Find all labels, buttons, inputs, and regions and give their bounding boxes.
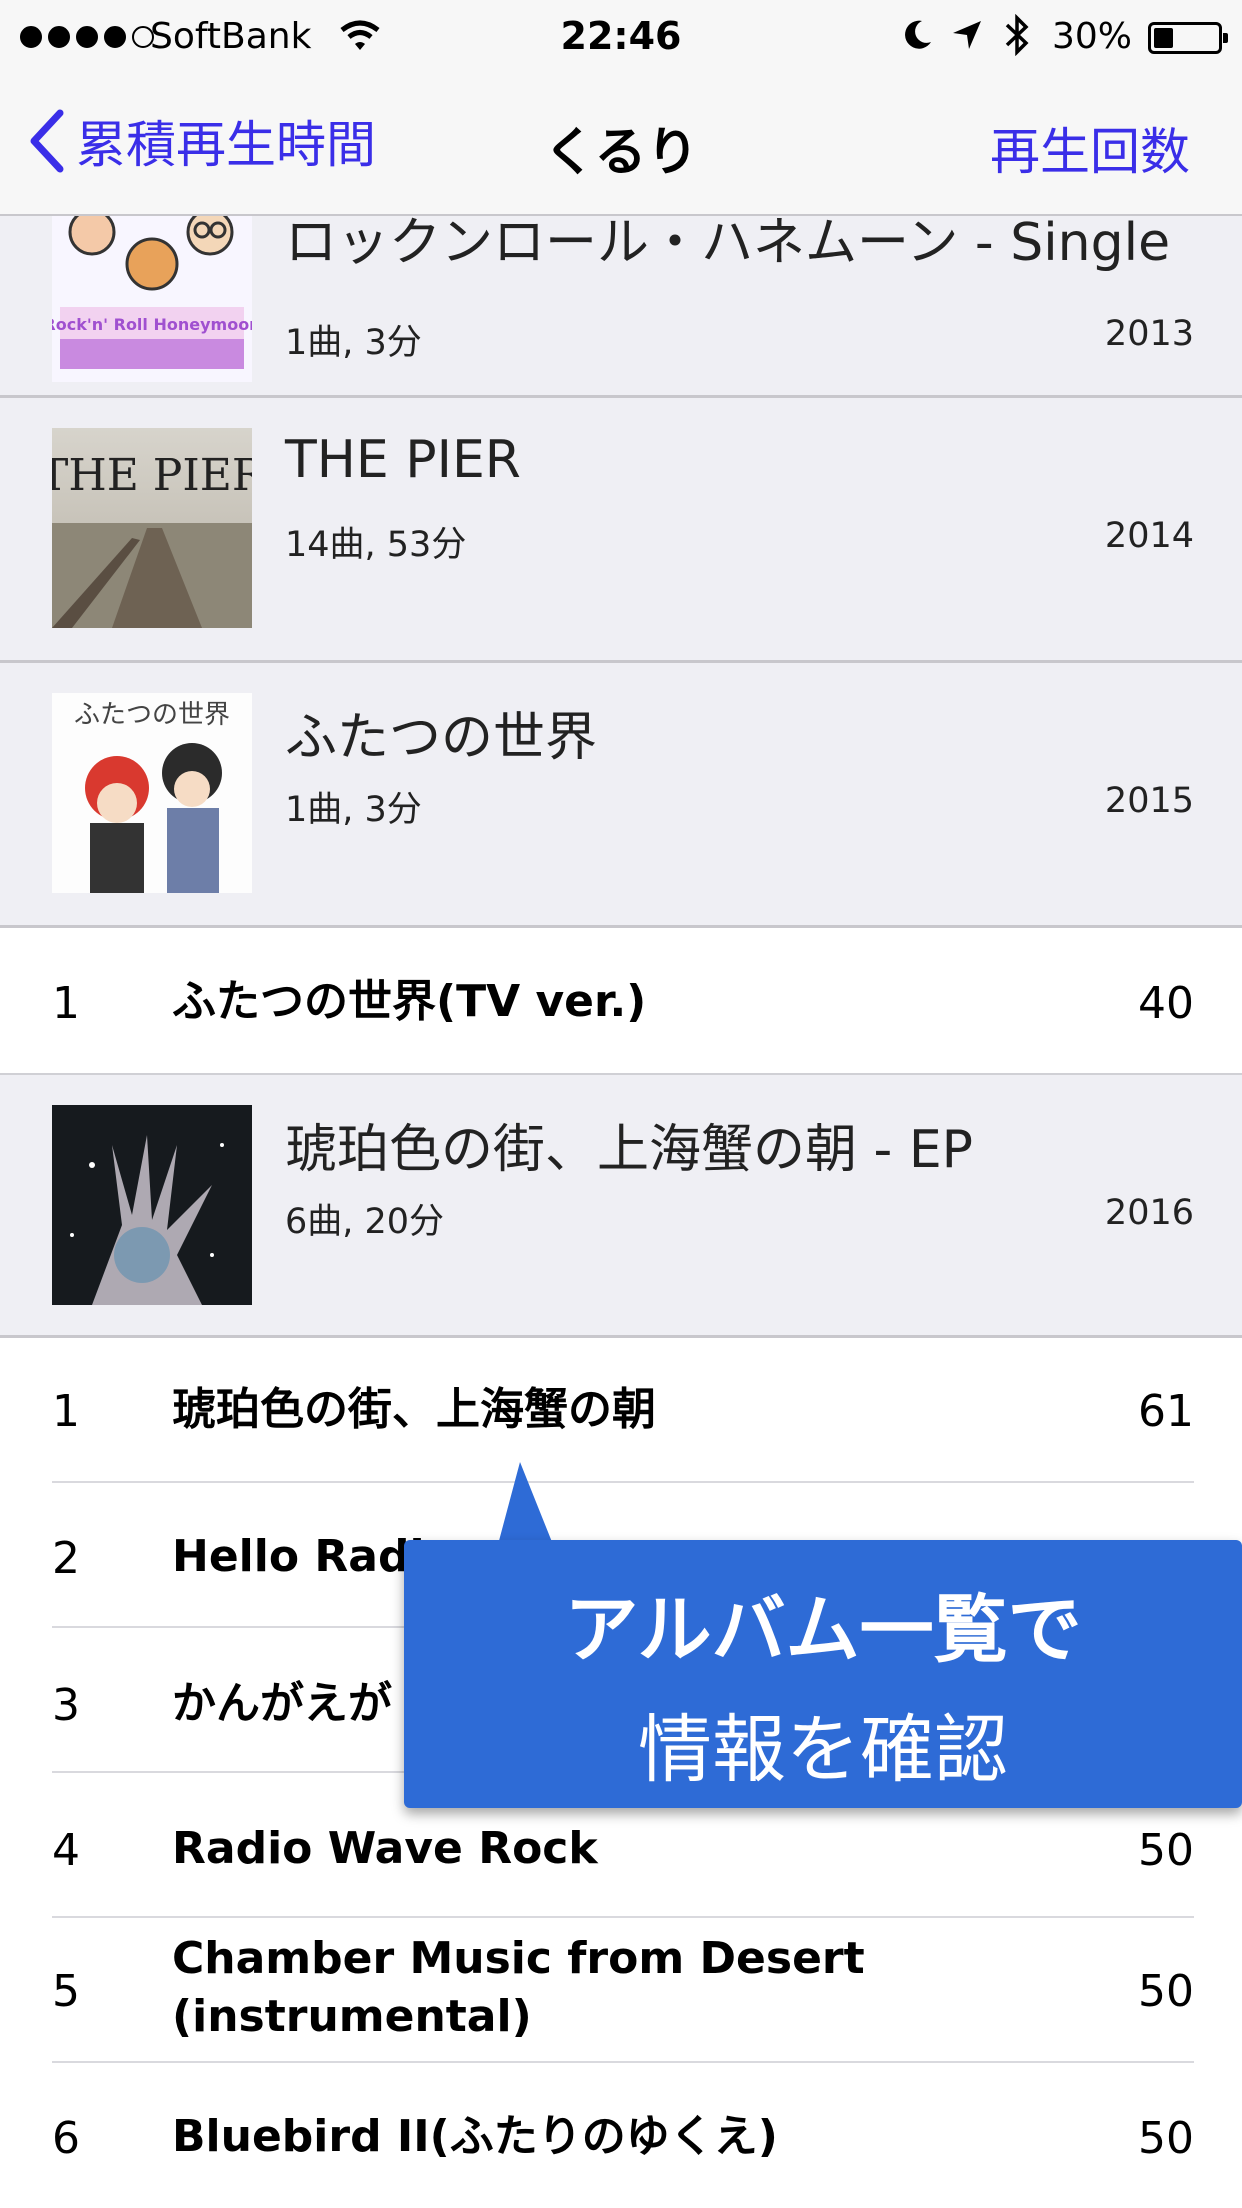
song-title: Chamber Music from Desert (instrumental) bbox=[172, 1933, 865, 2042]
album-meta: 6曲, 20分 bbox=[285, 1202, 445, 1242]
album-art: THE PIER bbox=[52, 428, 252, 628]
track-number: 5 bbox=[52, 1966, 80, 2017]
album-title: ロックンロール・ハネムーン - Single bbox=[285, 216, 1171, 273]
album-meta: 14曲, 53分 bbox=[285, 525, 467, 565]
status-bar: SoftBank 22:46 30% bbox=[0, 0, 1242, 72]
track-number: 3 bbox=[52, 1680, 80, 1731]
album-art: ふたつの世界 bbox=[52, 693, 252, 893]
song-row[interactable]: 1 琥珀色の街、上海蟹の朝 61 bbox=[0, 1338, 1242, 1483]
location-arrow-icon bbox=[953, 21, 981, 49]
callout-line-1: アルバム一覧で bbox=[564, 1587, 1082, 1673]
moon-icon bbox=[905, 20, 931, 49]
tutorial-callout: アルバム一覧で 情報を確認 bbox=[404, 1540, 1242, 1808]
album-meta: 1曲, 3分 bbox=[285, 790, 422, 830]
album-art-text: Rock'n' Roll Honeymoon bbox=[52, 315, 252, 334]
play-count: 40 bbox=[1138, 978, 1194, 1029]
song-row[interactable]: 1 ふたつの世界(TV ver.) 40 bbox=[0, 928, 1242, 1073]
play-count: 50 bbox=[1138, 1966, 1194, 2017]
album-meta: 1曲, 3分 bbox=[285, 323, 422, 363]
song-row[interactable]: 6 Bluebird II(ふたりのゆくえ) 50 bbox=[0, 2063, 1242, 2208]
bluetooth-icon bbox=[1005, 14, 1029, 56]
track-number: 2 bbox=[52, 1533, 80, 1584]
album-art-text: THE PIER bbox=[52, 450, 252, 501]
album-row[interactable]: 琥珀色の街、上海蟹の朝 - EP 6曲, 20分 2016 bbox=[0, 1073, 1242, 1338]
track-number: 4 bbox=[52, 1825, 80, 1876]
callout-pointer bbox=[496, 1462, 556, 1552]
play-count-button[interactable]: 再生回数 bbox=[990, 112, 1190, 184]
track-number: 1 bbox=[52, 978, 80, 1029]
play-count: 50 bbox=[1138, 2113, 1194, 2164]
album-art bbox=[52, 1105, 252, 1305]
album-year: 2013 bbox=[1104, 314, 1194, 354]
callout-line-2: 情報を確認 bbox=[638, 1707, 1008, 1793]
song-title: Radio Wave Rock bbox=[172, 1823, 598, 1874]
battery-icon bbox=[1148, 22, 1228, 54]
album-year: 2015 bbox=[1104, 781, 1194, 821]
navigation-bar: 累積再生時間 くるり 再生回数 bbox=[0, 72, 1242, 216]
album-art: Rock'n' Roll Honeymoon bbox=[52, 216, 252, 382]
album-title: 琥珀色の街、上海蟹の朝 - EP bbox=[285, 1120, 974, 1180]
album-year: 2014 bbox=[1104, 516, 1194, 556]
song-title: 琥珀色の街、上海蟹の朝 bbox=[172, 1384, 656, 1435]
album-title: THE PIER bbox=[285, 430, 521, 490]
album-year: 2016 bbox=[1104, 1193, 1194, 1233]
album-list[interactable]: Rock'n' Roll Honeymoon ロックンロール・ハネムーン - S… bbox=[0, 216, 1242, 2208]
album-row[interactable]: Rock'n' Roll Honeymoon ロックンロール・ハネムーン - S… bbox=[0, 216, 1242, 398]
song-title: Bluebird II(ふたりのゆくえ) bbox=[172, 2111, 778, 2162]
song-title: ふたつの世界(TV ver.) bbox=[172, 976, 647, 1027]
album-title: ふたつの世界 bbox=[285, 708, 598, 768]
battery-percent: 30% bbox=[1052, 16, 1133, 57]
album-row[interactable]: ふたつの世界 ふたつの世界 1曲, 3分 2015 bbox=[0, 663, 1242, 928]
album-art-text: ふたつの世界 bbox=[74, 700, 230, 730]
track-number: 1 bbox=[52, 1386, 80, 1437]
track-number: 6 bbox=[52, 2113, 80, 2164]
song-row[interactable]: 5 Chamber Music from Desert (instrumenta… bbox=[0, 1918, 1242, 2063]
album-row[interactable]: THE PIER THE PIER 14曲, 53分 2014 bbox=[0, 398, 1242, 663]
play-count: 50 bbox=[1138, 1825, 1194, 1876]
play-count: 61 bbox=[1138, 1386, 1194, 1437]
